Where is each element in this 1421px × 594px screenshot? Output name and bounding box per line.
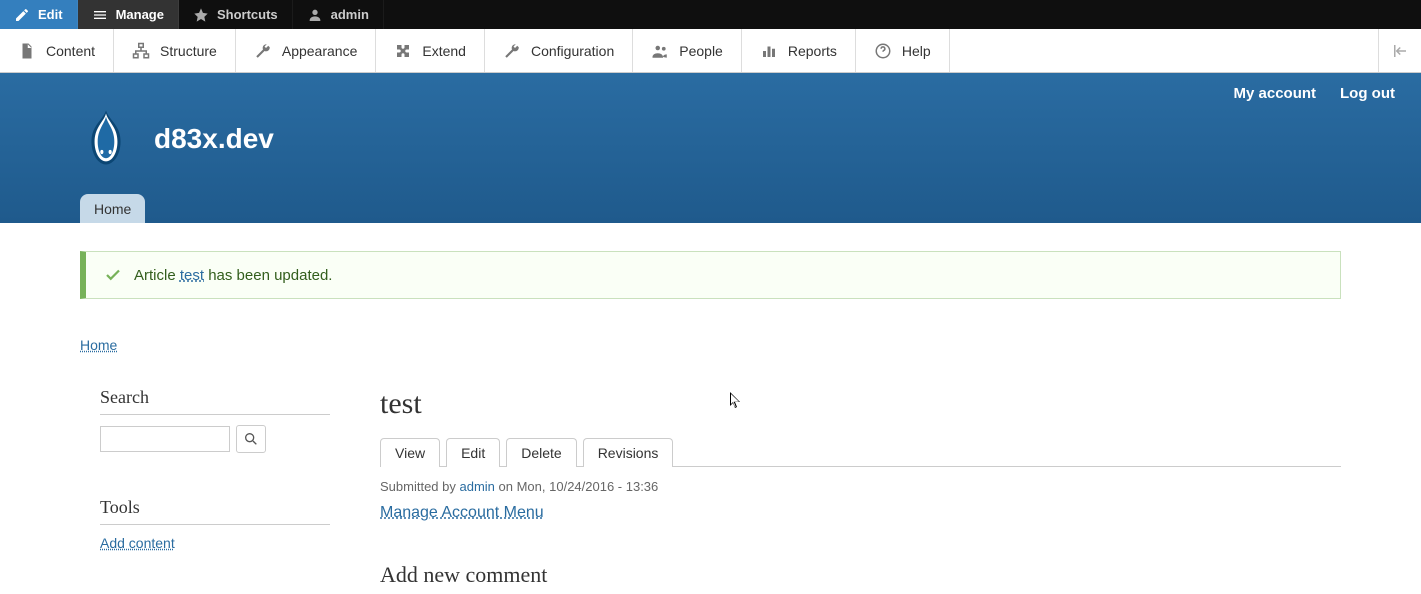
toolbar-edit-label: Edit bbox=[38, 7, 63, 22]
user-menu: My account Log out bbox=[0, 73, 1421, 102]
toolbar-spacer bbox=[950, 29, 1378, 72]
submitted-suffix: on Mon, 10/24/2016 - 13:36 bbox=[495, 479, 658, 494]
toolbar-manage[interactable]: Manage bbox=[78, 0, 179, 29]
star-icon bbox=[193, 7, 209, 23]
people-icon bbox=[651, 42, 669, 60]
add-content-link[interactable]: Add content bbox=[100, 535, 175, 551]
check-icon bbox=[104, 266, 122, 284]
search-input[interactable] bbox=[100, 426, 230, 452]
my-account-link[interactable]: My account bbox=[1234, 85, 1317, 102]
status-text: Article test has been updated. bbox=[134, 267, 332, 284]
toolbar-user[interactable]: admin bbox=[293, 0, 384, 29]
search-button[interactable] bbox=[236, 425, 266, 453]
menu-structure-label: Structure bbox=[160, 43, 217, 59]
status-message: Article test has been updated. bbox=[80, 251, 1341, 299]
admin-toolbar-primary: Edit Manage Shortcuts admin bbox=[0, 0, 1421, 29]
search-form bbox=[100, 425, 330, 453]
tab-revisions[interactable]: Revisions bbox=[583, 438, 674, 467]
toolbar-shortcuts-label: Shortcuts bbox=[217, 7, 278, 22]
toolbar-shortcuts[interactable]: Shortcuts bbox=[179, 0, 293, 29]
pencil-icon bbox=[14, 7, 30, 23]
puzzle-icon bbox=[394, 42, 412, 60]
menu-configuration[interactable]: Configuration bbox=[485, 29, 633, 72]
manage-account-menu-link[interactable]: Manage Account Menu bbox=[380, 504, 544, 521]
search-icon bbox=[243, 431, 259, 447]
menu-extend[interactable]: Extend bbox=[376, 29, 485, 72]
status-prefix: Article bbox=[134, 267, 180, 284]
search-heading: Search bbox=[100, 387, 330, 415]
menu-people[interactable]: People bbox=[633, 29, 742, 72]
menu-configuration-label: Configuration bbox=[531, 43, 614, 59]
tools-heading: Tools bbox=[100, 497, 330, 525]
wrench-icon bbox=[503, 42, 521, 60]
sidebar: Search Tools Add content bbox=[80, 387, 330, 588]
toolbar-manage-label: Manage bbox=[116, 7, 164, 22]
menu-structure[interactable]: Structure bbox=[114, 29, 236, 72]
comment-heading: Add new comment bbox=[380, 562, 1341, 588]
help-icon bbox=[874, 42, 892, 60]
hamburger-icon bbox=[92, 7, 108, 23]
bar-chart-icon bbox=[760, 42, 778, 60]
tools-block: Tools Add content bbox=[100, 497, 330, 551]
file-icon bbox=[18, 42, 36, 60]
submitted-prefix: Submitted by bbox=[380, 479, 460, 494]
menu-reports[interactable]: Reports bbox=[742, 29, 856, 72]
user-icon bbox=[307, 7, 323, 23]
menu-appearance[interactable]: Appearance bbox=[236, 29, 377, 72]
content-wrap: Article test has been updated. Home Sear… bbox=[0, 223, 1421, 588]
page-title: test bbox=[380, 387, 1341, 421]
site-header: My account Log out d83x.dev Home bbox=[0, 73, 1421, 223]
status-link[interactable]: test bbox=[180, 267, 204, 284]
log-out-link[interactable]: Log out bbox=[1340, 85, 1395, 102]
toolbar-collapse[interactable] bbox=[1378, 29, 1421, 72]
breadcrumb-home[interactable]: Home bbox=[80, 337, 117, 353]
primary-tabs: Home bbox=[0, 168, 1421, 223]
menu-content[interactable]: Content bbox=[0, 29, 114, 72]
tab-view[interactable]: View bbox=[380, 438, 440, 467]
menu-extend-label: Extend bbox=[422, 43, 466, 59]
drupal-logo-icon bbox=[80, 110, 132, 168]
node-body: Manage Account Menu bbox=[380, 504, 1341, 522]
structure-icon bbox=[132, 42, 150, 60]
wrench-icon bbox=[254, 42, 272, 60]
admin-toolbar-secondary: Content Structure Appearance Extend Conf… bbox=[0, 29, 1421, 73]
menu-reports-label: Reports bbox=[788, 43, 837, 59]
tab-edit[interactable]: Edit bbox=[446, 438, 500, 467]
status-suffix: has been updated. bbox=[204, 267, 332, 284]
menu-people-label: People bbox=[679, 43, 723, 59]
menu-help-label: Help bbox=[902, 43, 931, 59]
local-tasks: View Edit Delete Revisions bbox=[380, 437, 1341, 467]
tab-delete[interactable]: Delete bbox=[506, 438, 576, 467]
tab-home[interactable]: Home bbox=[80, 194, 145, 223]
submitted-author[interactable]: admin bbox=[460, 479, 495, 494]
submitted-line: Submitted by admin on Mon, 10/24/2016 - … bbox=[380, 479, 1341, 494]
site-brand: d83x.dev bbox=[0, 102, 1421, 168]
breadcrumb: Home bbox=[80, 337, 1341, 353]
site-name[interactable]: d83x.dev bbox=[154, 123, 274, 155]
menu-content-label: Content bbox=[46, 43, 95, 59]
toolbar-edit[interactable]: Edit bbox=[0, 0, 78, 29]
menu-appearance-label: Appearance bbox=[282, 43, 358, 59]
collapse-icon bbox=[1391, 42, 1409, 60]
menu-help[interactable]: Help bbox=[856, 29, 950, 72]
toolbar-user-label: admin bbox=[331, 7, 369, 22]
main-content: test View Edit Delete Revisions Submitte… bbox=[380, 387, 1341, 588]
